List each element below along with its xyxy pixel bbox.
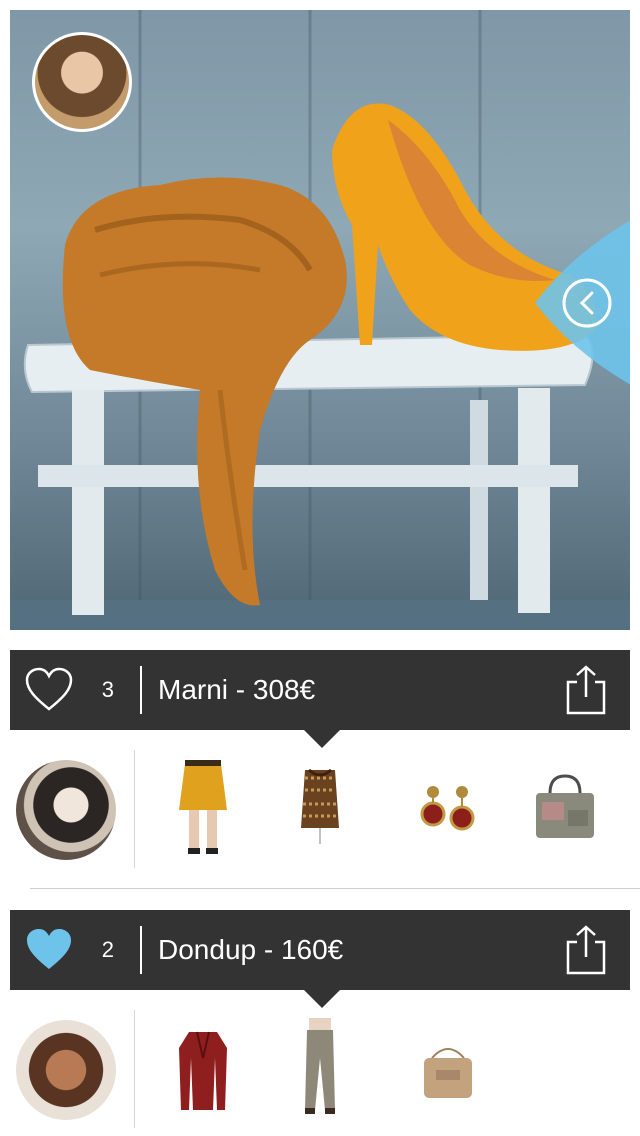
heart-outline-icon[interactable] <box>24 667 74 713</box>
share-icon[interactable] <box>564 924 608 976</box>
bar-separator <box>140 666 142 714</box>
post-divider <box>30 888 640 889</box>
product-grey-trousers[interactable] <box>280 1018 360 1118</box>
like-count: 3 <box>101 677 114 702</box>
product-yellow-skirt[interactable] <box>163 758 243 858</box>
row-separator <box>134 750 135 868</box>
row-separator <box>134 1010 135 1128</box>
product-red-jacket[interactable] <box>163 1018 243 1118</box>
heart-filled-icon[interactable] <box>24 927 74 973</box>
user-avatar[interactable] <box>16 1020 116 1120</box>
product-beige-crossbody-bag[interactable] <box>408 1018 488 1118</box>
item-bar: 3 Marni - 308€ <box>10 650 630 730</box>
product-patterned-top[interactable] <box>280 758 360 858</box>
hero-photo[interactable] <box>10 10 630 630</box>
product-row <box>10 750 630 870</box>
selected-item-pointer <box>304 990 340 1008</box>
product-row <box>10 1010 630 1130</box>
product-drop-earrings[interactable] <box>408 758 488 858</box>
author-avatar[interactable] <box>32 32 132 132</box>
item-title[interactable]: Dondup - 160€ <box>158 934 564 966</box>
user-avatar[interactable] <box>16 760 116 860</box>
item-title[interactable]: Marni - 308€ <box>158 674 564 706</box>
item-bar: 2 Dondup - 160€ <box>10 910 630 990</box>
share-icon[interactable] <box>564 664 608 716</box>
product-tote-bag[interactable] <box>525 758 605 858</box>
side-panel-tab[interactable] <box>535 215 630 390</box>
bar-separator <box>140 926 142 974</box>
like-count: 2 <box>101 937 114 962</box>
selected-item-pointer <box>304 730 340 748</box>
